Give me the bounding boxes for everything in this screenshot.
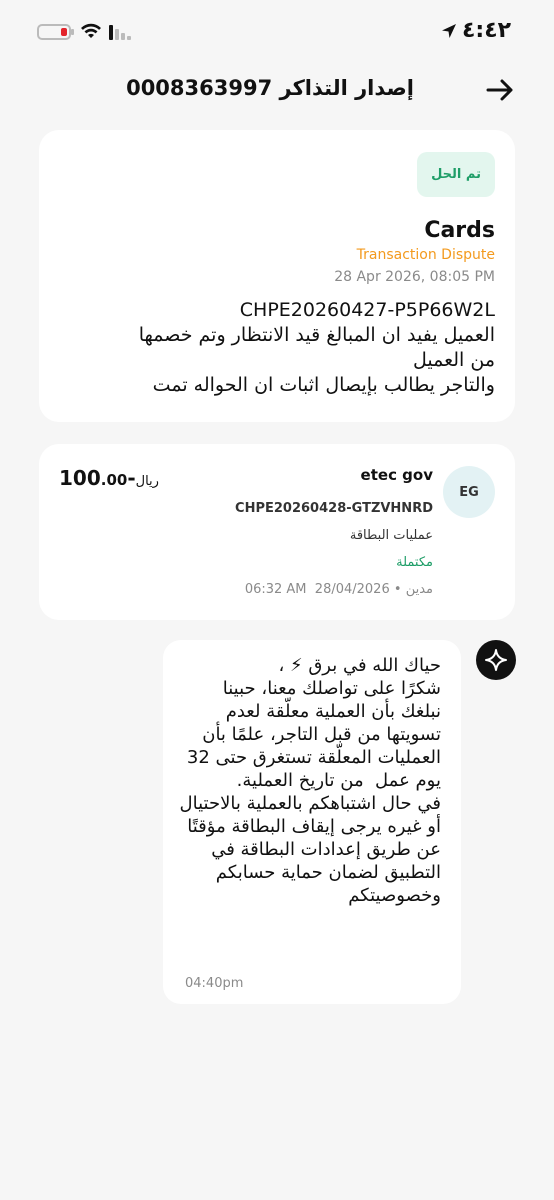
- status-bar: ٤:٤٢: [0, 0, 554, 64]
- page-header: إصدار التذاكر 0008363997: [0, 70, 554, 110]
- battery-cap: [71, 29, 74, 35]
- transaction-type: عمليات البطاقة: [349, 528, 433, 543]
- currency-label: ريال: [135, 474, 159, 489]
- status-time: ٤:٤٢: [462, 18, 512, 43]
- message-text: حياك الله في برق ⚡ ، شكرًا على تواصلك مع…: [179, 655, 441, 906]
- battery-icon: [37, 24, 71, 40]
- meta-separator: •: [393, 582, 402, 597]
- transaction-meta: 06:32 AM 28/04/2026 • مدين: [245, 582, 433, 597]
- description-line: العميل يفيد ان المبالغ قيد الانتظار وتم …: [138, 324, 495, 346]
- page-title: إصدار التذاكر 0008363997: [126, 76, 414, 100]
- transaction-date: 28/04/2026: [314, 582, 390, 597]
- back-button[interactable]: [484, 76, 516, 104]
- ticket-reference: CHPE20260427-P5P66W2L: [239, 299, 495, 321]
- arrow-right-icon: [486, 79, 513, 101]
- message-time: 04:40pm: [185, 976, 244, 991]
- description-line: والتاجر يطالب بإيصال اثبات ان الحواله تم…: [152, 374, 495, 396]
- message-bubble: حياك الله في برق ⚡ ، شكرًا على تواصلك مع…: [163, 640, 461, 1004]
- amount-decimal: .00: [100, 471, 128, 489]
- ticket-date: 28 Apr 2026, 08:05 PM: [334, 269, 495, 285]
- location-arrow-icon: [442, 24, 456, 38]
- transaction-reference: CHPE20260428-GTZVHNRD: [235, 501, 433, 516]
- merchant-avatar: EG: [443, 466, 495, 518]
- ticket-description: CHPE20260427-P5P66W2L العميل يفيد ان الم…: [55, 298, 495, 398]
- ticket-card: تم الحل Cards Transaction Dispute 28 Apr…: [39, 130, 515, 422]
- transaction-status: مكتملة: [396, 555, 433, 570]
- wifi-icon: [81, 23, 101, 38]
- ticket-category: Cards: [424, 218, 495, 243]
- merchant-name: etec gov: [360, 466, 433, 484]
- status-badge: تم الحل: [417, 152, 495, 197]
- transaction-direction: مدين: [405, 582, 433, 597]
- transaction-amount: ريال-100.00: [59, 466, 165, 490]
- description-line: من العميل: [412, 349, 495, 371]
- transaction-card[interactable]: EG etec gov CHPE20260428-GTZVHNRD عمليات…: [39, 444, 515, 620]
- ticket-subcategory: Transaction Dispute: [356, 247, 495, 263]
- sparkle-icon: [485, 649, 507, 671]
- signal-icon: [109, 25, 131, 40]
- transaction-time: 06:32 AM: [244, 582, 307, 597]
- bot-avatar: [476, 640, 516, 680]
